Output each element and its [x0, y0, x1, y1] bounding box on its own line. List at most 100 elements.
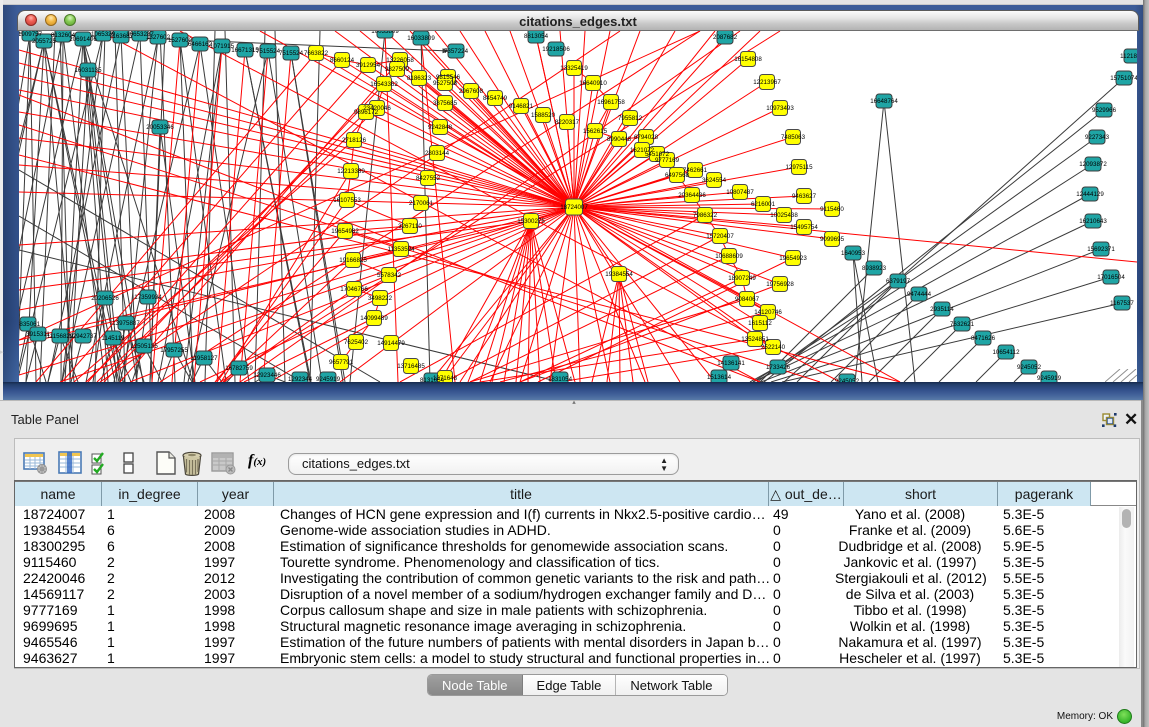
svg-text:8454749: 8454749 — [483, 95, 508, 102]
svg-text:1121856: 1121856 — [1120, 53, 1137, 60]
svg-text:12093872: 12093872 — [1079, 161, 1107, 168]
svg-text:9827509: 9827509 — [385, 66, 410, 73]
svg-text:13226058: 13226058 — [386, 57, 414, 64]
svg-text:14099489: 14099489 — [360, 315, 388, 322]
svg-text:8186323: 8186323 — [407, 75, 432, 82]
svg-text:8813054: 8813054 — [524, 33, 549, 40]
svg-text:9896172: 9896172 — [354, 109, 379, 116]
svg-text:5578342: 5578342 — [377, 272, 402, 279]
svg-text:14914479: 14914479 — [377, 340, 405, 347]
svg-text:2522140: 2522140 — [761, 344, 786, 351]
svg-text:19756928: 19756928 — [766, 281, 794, 288]
svg-text:2967608: 2967608 — [459, 88, 484, 95]
svg-text:17046766: 17046766 — [340, 286, 368, 293]
svg-text:6497568: 6497568 — [665, 172, 690, 179]
svg-text:3624554: 3624554 — [702, 177, 727, 184]
svg-text:16154808: 16154808 — [734, 56, 762, 63]
svg-text:17957255: 17957255 — [160, 347, 188, 354]
svg-text:3875685: 3875685 — [433, 100, 458, 107]
svg-text:2935114: 2935114 — [930, 306, 954, 313]
svg-text:1640953: 1640953 — [841, 250, 866, 257]
svg-text:16107553: 16107553 — [333, 197, 361, 204]
svg-text:16648764: 16648764 — [870, 98, 898, 105]
svg-text:16640910: 16640910 — [579, 80, 607, 87]
svg-text:2055725: 2055725 — [32, 38, 57, 45]
svg-text:7625402: 7625402 — [344, 339, 369, 346]
svg-text:4835061: 4835061 — [19, 321, 41, 328]
svg-text:1513614: 1513614 — [707, 374, 732, 381]
svg-text:16543362: 16543362 — [370, 81, 398, 88]
svg-text:20206526: 20206526 — [91, 295, 119, 302]
svg-text:15751074: 15751074 — [1110, 75, 1137, 82]
svg-text:18724007: 18724007 — [560, 204, 588, 211]
svg-text:15692371: 15692371 — [1087, 246, 1115, 253]
svg-text:9474444: 9474444 — [907, 291, 932, 298]
svg-text:2170061: 2170061 — [409, 200, 434, 207]
svg-text:20053346: 20053346 — [146, 124, 174, 131]
svg-text:16782759: 16782759 — [225, 365, 253, 372]
svg-text:6379197: 6379197 — [886, 278, 911, 285]
svg-text:15720407: 15720407 — [706, 233, 734, 240]
svg-text:16210643: 16210643 — [1079, 218, 1107, 225]
svg-text:15300275: 15300275 — [517, 218, 545, 225]
svg-text:13716485: 13716485 — [397, 363, 425, 370]
svg-text:9242848: 9242848 — [428, 124, 453, 131]
svg-text:9777169: 9777169 — [655, 157, 680, 164]
svg-text:3912954: 3912954 — [356, 62, 381, 69]
svg-text:15495754: 15495754 — [790, 224, 818, 231]
svg-text:10654112: 10654112 — [992, 349, 1020, 356]
svg-text:9115460: 9115460 — [820, 206, 844, 213]
svg-text:19218506: 19218506 — [542, 46, 570, 53]
svg-text:2087682: 2087682 — [713, 34, 738, 41]
svg-text:12975115: 12975115 — [785, 164, 813, 171]
svg-text:7357224: 7357224 — [444, 48, 469, 55]
svg-text:1167537: 1167537 — [1110, 300, 1134, 307]
svg-text:1733426: 1733426 — [766, 364, 791, 371]
svg-text:1562615: 1562615 — [583, 128, 608, 135]
svg-text:11958127: 11958127 — [190, 355, 218, 362]
svg-text:9463627: 9463627 — [792, 193, 817, 200]
svg-text:19654982: 19654982 — [331, 228, 359, 235]
svg-text:9527508: 9527508 — [433, 80, 458, 87]
svg-text:18907249: 18907249 — [728, 275, 756, 282]
svg-text:7515524: 7515524 — [256, 48, 281, 55]
svg-text:9084067: 9084067 — [735, 296, 760, 303]
svg-text:20364436: 20364436 — [678, 192, 706, 199]
svg-text:2718126: 2718126 — [342, 137, 367, 144]
svg-text:10807487: 10807487 — [726, 189, 754, 196]
svg-text:19384554: 19384554 — [605, 271, 633, 278]
svg-text:7632621: 7632621 — [950, 321, 975, 328]
svg-text:1615112: 1615112 — [748, 320, 772, 327]
svg-text:17359924: 17359924 — [134, 294, 162, 301]
svg-text:12923446: 12923446 — [253, 372, 281, 379]
svg-text:7515524: 7515524 — [279, 50, 304, 57]
svg-text:10973493: 10973493 — [766, 105, 794, 112]
svg-text:14120746: 14120746 — [754, 309, 782, 316]
svg-text:9529966: 9529966 — [1092, 107, 1117, 114]
svg-text:6216001: 6216001 — [751, 201, 776, 208]
svg-text:8427552: 8427552 — [416, 175, 441, 182]
svg-text:11353594: 11353594 — [387, 246, 415, 253]
svg-text:9245052: 9245052 — [1017, 364, 1042, 371]
svg-text:7955812: 7955812 — [618, 115, 643, 122]
svg-text:14136141: 14136141 — [717, 360, 745, 367]
svg-text:16033809: 16033809 — [407, 35, 435, 42]
svg-text:1145119: 1145119 — [101, 335, 125, 342]
svg-text:9227343: 9227343 — [1085, 134, 1110, 141]
svg-text:12444129: 12444129 — [1076, 191, 1104, 198]
svg-text:8990448: 8990448 — [607, 136, 632, 143]
svg-text:13325419: 13325419 — [560, 65, 588, 72]
svg-text:12213389: 12213389 — [337, 168, 365, 175]
svg-text:1327602: 1327602 — [146, 34, 171, 41]
svg-text:2803144: 2803144 — [425, 150, 450, 157]
svg-text:3498222: 3498222 — [368, 295, 393, 302]
svg-text:16031135: 16031135 — [74, 67, 102, 74]
svg-text:19166825: 19166825 — [339, 257, 367, 264]
svg-text:6794028: 6794028 — [634, 134, 659, 141]
svg-text:3267110: 3267110 — [398, 223, 422, 230]
svg-text:12213967: 12213967 — [753, 79, 781, 86]
svg-text:19654923: 19654923 — [779, 255, 807, 262]
svg-text:10688609: 10688609 — [715, 253, 743, 260]
svg-text:16961758: 16961758 — [597, 99, 625, 106]
svg-text:13524851: 13524851 — [741, 336, 769, 343]
